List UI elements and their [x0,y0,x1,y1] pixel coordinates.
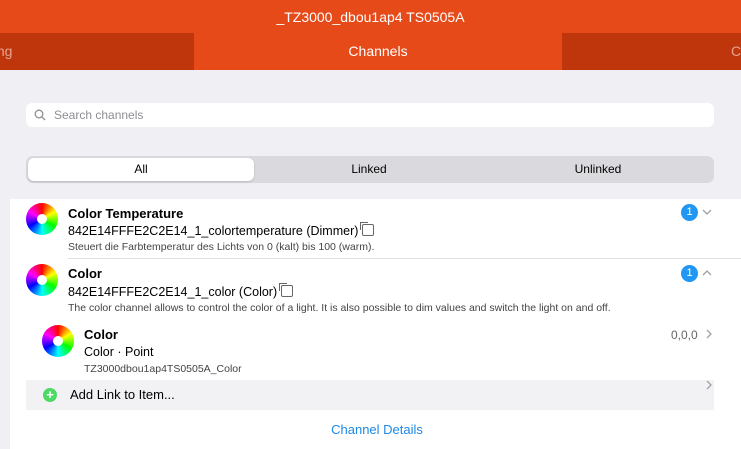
link-count-badge: 1 [681,204,698,221]
channel-description: Steuert die Farbtemperatur des Lichts vo… [68,241,375,253]
channel-title[interactable]: Color [68,266,102,281]
channel-title[interactable]: Color Temperature [68,206,183,221]
chevron-right-icon[interactable] [705,380,713,390]
channel-details-link[interactable]: Channel Details [26,422,728,437]
channel-description: The color channel allows to control the … [68,302,611,314]
copy-icon[interactable] [360,222,375,236]
search-input[interactable] [52,107,696,123]
tab-thing[interactable]: hing [0,33,194,70]
tab-bar: hing Channels C [0,33,741,70]
link-count-badge: 1 [681,265,698,282]
item-type: Color · Point [84,345,154,359]
item-name: TZ3000dbou1ap4TS0505A_Color [84,363,242,375]
channel-uid: 842E14FFFE2C2E14_1_colortemperature (Dim… [68,222,375,238]
add-link-label[interactable]: Add Link to Item... [70,387,175,402]
channel-uid: 842E14FFFE2C2E14_1_color (Color) [68,283,294,299]
copy-icon[interactable] [279,283,294,297]
search-bar[interactable] [26,103,714,127]
color-wheel-icon [26,203,58,235]
filter-all-button[interactable]: All [28,158,254,181]
item-state: 0,0,0 [671,328,698,342]
color-wheel-icon [26,264,58,296]
window-title: _TZ3000_dbou1ap4 TS0505A [276,8,465,25]
filter-unlinked-button[interactable]: Unlinked [484,158,712,181]
tab-config[interactable]: C [562,33,741,70]
chevron-up-icon[interactable] [702,268,712,278]
search-icon [34,109,46,121]
plus-icon: + [43,388,57,402]
tab-channels[interactable]: Channels [194,33,562,70]
color-wheel-icon [42,325,74,357]
filter-linked-button[interactable]: Linked [256,158,482,181]
chevron-right-icon[interactable] [705,329,713,339]
filter-segmented-control: All Linked Unlinked [26,156,714,183]
title-bar: _TZ3000_dbou1ap4 TS0505A [0,0,741,33]
row-divider [68,258,741,259]
add-link-row[interactable]: + Add Link to Item... [26,380,714,410]
chevron-down-icon[interactable] [702,207,712,217]
item-label[interactable]: Color [84,327,118,342]
